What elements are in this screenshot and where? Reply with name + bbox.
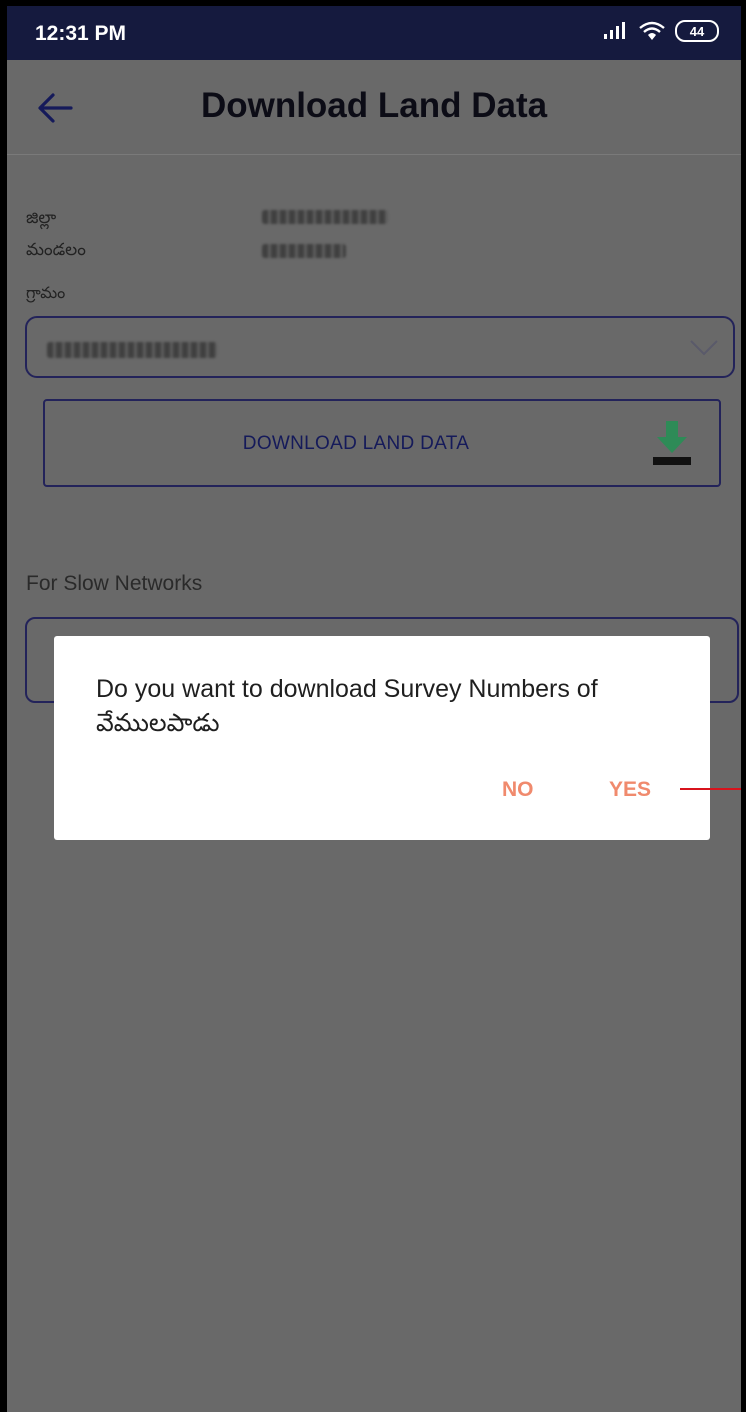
app-bar: Download Land Data bbox=[7, 60, 741, 155]
dialog-village-name: వేములపాడు bbox=[96, 709, 220, 737]
mandal-value bbox=[262, 244, 346, 258]
village-select[interactable] bbox=[25, 316, 735, 378]
screen-edge-left bbox=[0, 0, 7, 1412]
chevron-down-icon bbox=[690, 340, 718, 356]
download-land-data-button[interactable]: DOWNLOAD LAND DATA bbox=[43, 399, 721, 487]
download-icon bbox=[653, 421, 691, 465]
village-select-value bbox=[47, 342, 217, 358]
annotation-pointer-line bbox=[680, 788, 746, 790]
mandal-label: మండలం bbox=[26, 240, 86, 259]
dialog-message-text: Do you want to download Survey Numbers o… bbox=[96, 675, 598, 703]
download-button-label: DOWNLOAD LAND DATA bbox=[242, 433, 470, 454]
screen-edge-top bbox=[0, 0, 746, 6]
status-bar: 12:31 PM 44 bbox=[7, 6, 741, 60]
wifi-icon bbox=[639, 21, 665, 40]
village-label: గ్రామం bbox=[26, 285, 66, 302]
yes-button[interactable]: YES bbox=[609, 778, 651, 802]
district-label: జిల్లా bbox=[26, 208, 57, 227]
district-value bbox=[262, 210, 388, 224]
signal-icon bbox=[604, 22, 625, 39]
battery-icon: 44 bbox=[675, 20, 719, 42]
page-title: Download Land Data bbox=[200, 86, 548, 125]
confirm-dialog: Do you want to download Survey Numbers o… bbox=[54, 636, 710, 840]
dialog-message: Do you want to download Survey Numbers o… bbox=[96, 672, 686, 740]
screen: 12:31 PM 44 Download Land Data జిల్లా మం… bbox=[0, 0, 746, 1412]
slow-networks-heading: For Slow Networks bbox=[26, 572, 203, 595]
no-button[interactable]: NO bbox=[502, 778, 534, 802]
screen-edge-right bbox=[741, 0, 746, 1412]
status-time: 12:31 PM bbox=[35, 22, 127, 45]
status-icons: 44 bbox=[603, 20, 719, 42]
